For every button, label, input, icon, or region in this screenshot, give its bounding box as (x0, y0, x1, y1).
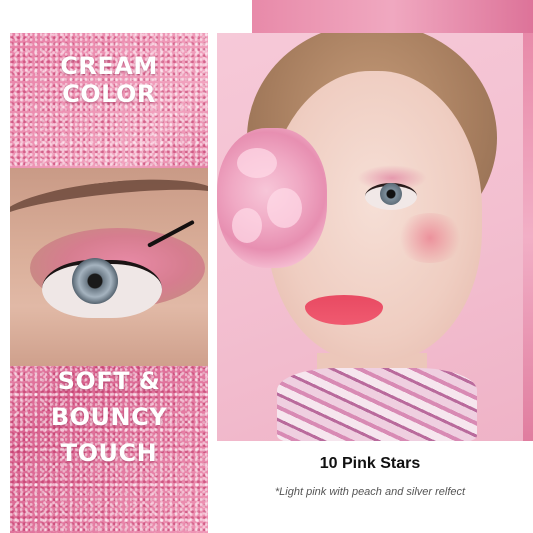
floral-scarf (277, 368, 477, 441)
shade-name: 10 Pink Stars (319, 455, 421, 472)
glitter-strip-side (523, 33, 533, 441)
cream-color-heading: CREAM COLOR (60, 52, 158, 108)
shade-description: *Light pink with peach and silver relfec… (274, 486, 466, 498)
model-iris (380, 183, 402, 205)
model-blush (395, 213, 465, 263)
soft-bouncy-heading: SOFT & BOUNCY TOUCH (50, 367, 168, 467)
rose-flower (217, 128, 327, 268)
model-photo (217, 33, 523, 441)
iris (72, 258, 118, 304)
eye-closeup-image (10, 168, 208, 366)
glitter-strip-top (252, 0, 533, 33)
